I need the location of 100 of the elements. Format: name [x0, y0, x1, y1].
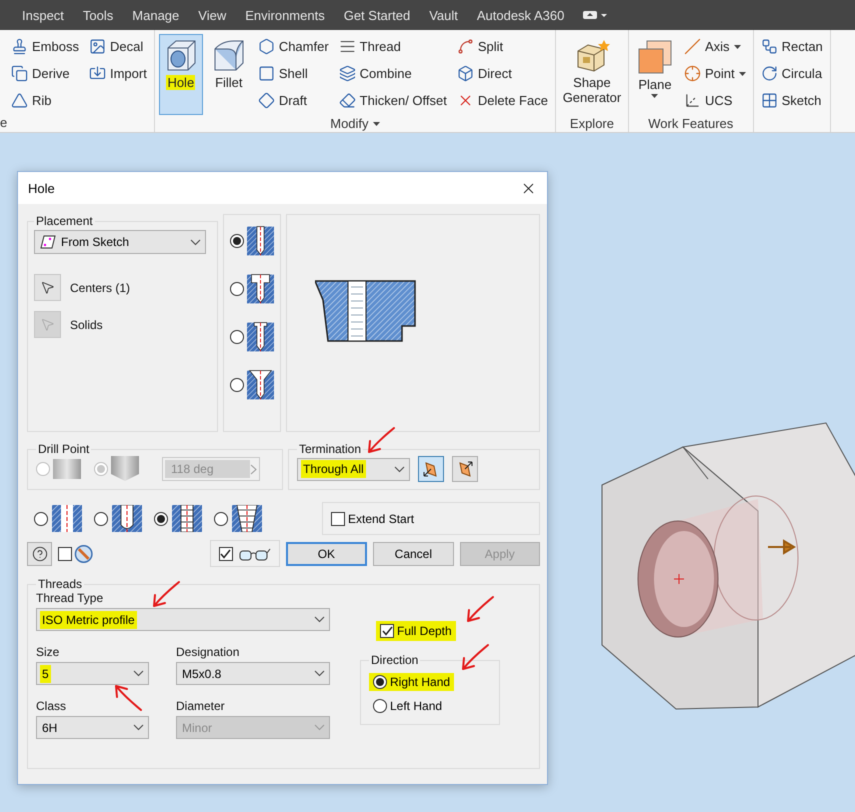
radio-button[interactable] — [94, 512, 108, 526]
rounded-cube-icon — [212, 39, 246, 73]
radio-button[interactable] — [230, 330, 244, 344]
group-title: Drill Point — [37, 442, 90, 456]
pointed-bottom-icon — [110, 456, 140, 482]
hole-section-icon — [247, 369, 274, 401]
dialog-button[interactable]: Cancel — [373, 542, 454, 566]
crosshair-icon — [684, 65, 701, 82]
diamond-icon — [258, 92, 275, 109]
checkbox[interactable] — [58, 546, 72, 560]
eraser-icon — [338, 92, 356, 109]
ribbon-button[interactable]: Axis — [680, 34, 749, 59]
menu-item[interactable]: View — [198, 8, 226, 22]
pointer-icon — [40, 280, 55, 295]
chevron-down-icon — [314, 724, 325, 731]
ribbon-button[interactable]: UCS — [680, 88, 749, 113]
dialog-button[interactable]: OK — [286, 542, 368, 566]
ribbon-button[interactable]: Delete Face — [454, 88, 551, 113]
full-depth-checkbox-label[interactable]: Full Depth — [376, 621, 456, 641]
lines-icon — [338, 38, 356, 55]
chevron-down-icon — [190, 238, 201, 246]
class-dropdown[interactable]: 6H — [36, 716, 149, 739]
window-switch-icon[interactable] — [583, 10, 610, 20]
field-label: Size — [36, 645, 60, 659]
direction-button[interactable] — [452, 456, 478, 482]
ribbon-button[interactable]: Sketch — [758, 88, 826, 113]
chevron-down-icon — [133, 670, 144, 677]
ribbon-button[interactable]: Rib — [8, 88, 82, 113]
ribbon-button[interactable]: Import — [86, 61, 150, 86]
chevron-down-icon — [133, 724, 144, 731]
triangle-icon — [11, 92, 28, 109]
size-dropdown[interactable]: 5 — [36, 662, 149, 685]
ribbon-button[interactable]: Draft — [254, 88, 332, 113]
menu-item[interactable]: Manage — [132, 8, 180, 22]
circular-arrow-icon — [760, 65, 778, 82]
connected-squares-icon — [760, 38, 778, 55]
radio-button[interactable] — [230, 234, 244, 248]
placement-dropdown[interactable]: From Sketch — [34, 230, 206, 254]
ribbon-button[interactable]: Thread — [336, 34, 450, 59]
ribbon-button[interactable]: Hole — [158, 34, 203, 115]
radio-button[interactable] — [154, 512, 168, 526]
menu-item[interactable]: Inspect — [22, 8, 64, 22]
thread-section-icon — [52, 505, 82, 532]
ribbon-button[interactable]: Chamfer — [254, 34, 332, 59]
extend-start-checkbox-label[interactable]: Extend Start — [331, 512, 414, 526]
ribbon-button[interactable]: Combine — [336, 61, 450, 86]
ribbon-button[interactable]: Fillet — [206, 34, 251, 115]
checkbox[interactable] — [218, 546, 233, 560]
chevron-down-icon — [394, 466, 405, 472]
menu-item[interactable]: Tools — [82, 8, 114, 22]
ribbon-button[interactable]: Direct — [454, 61, 551, 86]
hexagon-icon — [258, 38, 275, 55]
hole-section-icon — [247, 273, 274, 305]
radio-option[interactable]: Right Hand — [369, 673, 454, 691]
checkbox[interactable] — [331, 512, 345, 526]
pointer-icon — [40, 317, 55, 332]
grid-icon — [760, 92, 778, 109]
ribbon-button[interactable]: Split — [454, 34, 551, 59]
menu-item[interactable]: Get Started — [344, 8, 410, 22]
chevron-down-icon — [314, 670, 325, 677]
ribbon-button[interactable]: Rectan — [758, 34, 826, 59]
thread-section-icon — [112, 505, 142, 532]
field-label: Thread Type — [36, 591, 104, 605]
selector-label: Centers (1) — [70, 280, 130, 294]
square-icon — [258, 65, 275, 82]
ribbon-button[interactable]: Decal — [86, 34, 150, 59]
checkbox[interactable] — [380, 624, 394, 638]
slash-icon — [684, 38, 701, 55]
menu-item[interactable]: Autodesk A360 — [476, 8, 564, 22]
ribbon-button[interactable]: Point — [680, 61, 749, 86]
radio-button[interactable] — [373, 699, 387, 713]
designation-dropdown[interactable]: M5x0.8 — [176, 662, 330, 685]
ribbon-button[interactable]: Thicken/ Offset — [336, 88, 450, 113]
ribbon-button[interactable]: Shell — [254, 61, 332, 86]
menu-item[interactable]: Environments — [245, 8, 325, 22]
radio-option[interactable]: Left Hand — [369, 697, 446, 715]
field-label: Class — [36, 699, 68, 713]
ribbon-button[interactable]: Derive — [8, 61, 82, 86]
ribbon-button[interactable]: Circula — [758, 61, 826, 86]
radio-button[interactable] — [34, 512, 48, 526]
help-button[interactable] — [27, 542, 52, 566]
hole-section-icon — [247, 321, 274, 353]
group-title: Placement — [35, 214, 94, 228]
group-title: Direction — [370, 653, 420, 667]
radio-button[interactable] — [230, 282, 244, 296]
hole-section-icon — [247, 225, 274, 257]
chevron-down-icon — [314, 616, 325, 623]
ribbon-button[interactable]: Shape Generator — [560, 34, 624, 115]
thread-type-dropdown[interactable]: ISO Metric profile — [36, 608, 330, 631]
select-button[interactable] — [34, 274, 61, 301]
ribbon-button[interactable]: Plane — [632, 34, 677, 115]
ribbon-button[interactable]: Emboss — [8, 34, 82, 59]
menu-item[interactable]: Vault — [429, 8, 458, 22]
radio-button[interactable] — [230, 378, 244, 392]
radio-button[interactable] — [214, 512, 228, 526]
termination-dropdown[interactable]: Through All — [297, 458, 410, 480]
import-icon — [88, 65, 106, 82]
flat-bottom-icon — [52, 457, 82, 481]
direction-button[interactable] — [418, 456, 444, 482]
radio-button[interactable] — [373, 675, 387, 689]
